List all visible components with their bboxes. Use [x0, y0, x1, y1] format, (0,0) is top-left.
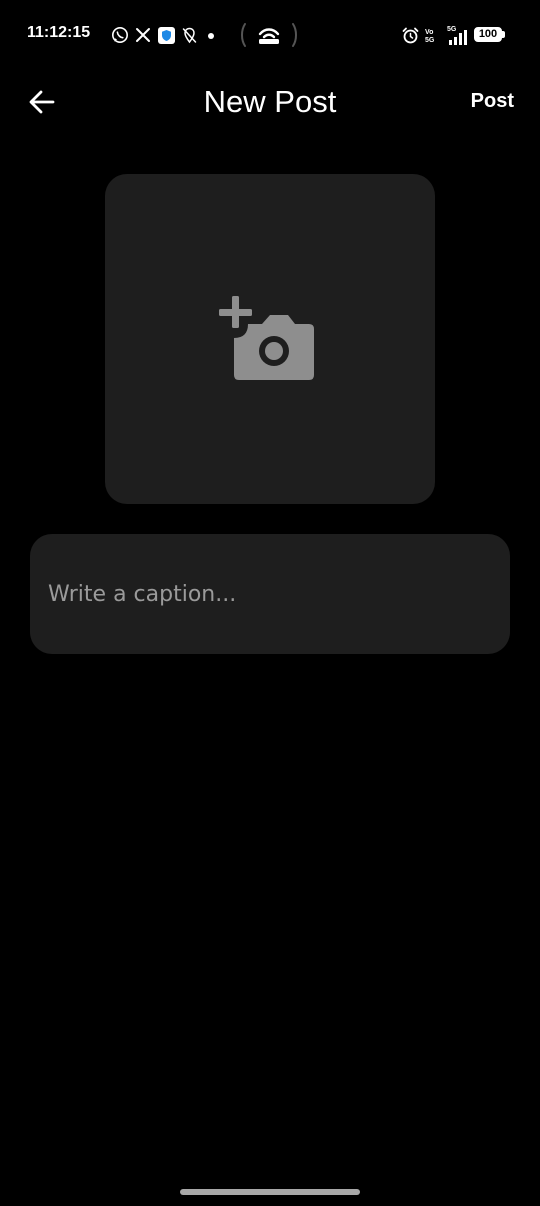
- add-photo-icon: [219, 296, 314, 380]
- volte-label-top: Vo: [425, 29, 434, 36]
- status-time: 11:12:15: [27, 24, 91, 41]
- x-icon: [134, 25, 152, 45]
- vpn-shield-icon: [157, 25, 175, 45]
- volte-label-bottom: 5G: [425, 37, 435, 44]
- signal-icon: [447, 27, 469, 47]
- caption-input[interactable]: [48, 574, 488, 614]
- battery-tip: [502, 31, 505, 38]
- status-bar: 11:12:15 Vo 5G 5G 100: [0, 0, 540, 70]
- app-bar: New Post Post: [0, 70, 540, 134]
- hotspot-icon: [240, 20, 298, 50]
- image-picker[interactable]: [105, 174, 435, 504]
- back-button[interactable]: [22, 82, 62, 122]
- dot-icon: [208, 33, 214, 39]
- caption-field[interactable]: [30, 534, 510, 654]
- gesture-navigation-bar[interactable]: [180, 1189, 360, 1195]
- page-title: New Post: [203, 84, 337, 119]
- whatsapp-icon: [110, 25, 130, 45]
- arrow-back-icon: [29, 90, 55, 114]
- battery-level: 100: [478, 28, 498, 40]
- alarm-icon: [401, 25, 419, 45]
- battery-icon: 100: [474, 27, 502, 42]
- post-button[interactable]: Post: [471, 88, 514, 114]
- location-off-icon: [181, 25, 197, 45]
